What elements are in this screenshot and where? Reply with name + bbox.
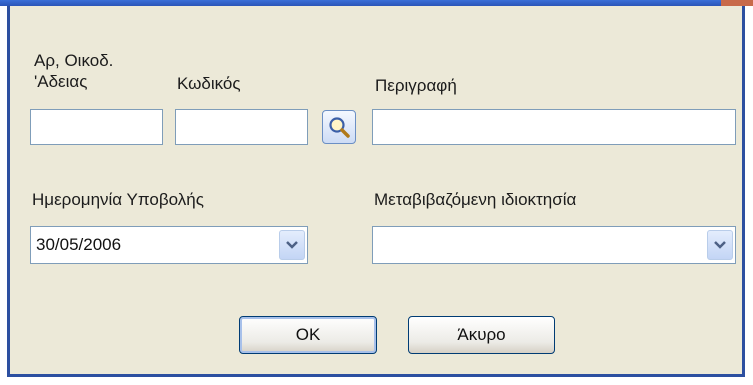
code-input[interactable] bbox=[175, 109, 308, 145]
lookup-button[interactable] bbox=[322, 110, 356, 144]
property-label: Μεταβιβαζόμενη ιδιοκτησία bbox=[374, 190, 577, 209]
property-select[interactable] bbox=[372, 226, 736, 264]
submission-date-dropdown-button[interactable] bbox=[279, 230, 305, 260]
chevron-down-icon bbox=[286, 241, 298, 249]
submission-date-select[interactable]: 30/05/2006 bbox=[30, 226, 308, 264]
description-input[interactable] bbox=[372, 109, 736, 145]
code-label: Κωδικός bbox=[177, 74, 241, 93]
description-label: Περιγραφή bbox=[375, 76, 457, 95]
property-dropdown-button[interactable] bbox=[707, 230, 733, 260]
ok-button[interactable]: OK bbox=[239, 316, 377, 354]
magnifier-icon bbox=[329, 117, 350, 138]
permit-number-input[interactable] bbox=[30, 109, 163, 145]
submission-date-value: 30/05/2006 bbox=[36, 235, 122, 254]
dialog-body: Αρ, Οικοδ. 'Αδειας Κωδικός Περιγραφή Ημε… bbox=[7, 6, 745, 377]
permit-number-label: Αρ, Οικοδ. 'Αδειας bbox=[34, 51, 114, 91]
cancel-button[interactable]: Άκυρο bbox=[408, 316, 555, 354]
chevron-down-icon bbox=[714, 241, 726, 249]
submission-date-label: Ημερομηνία Υποβολής bbox=[32, 190, 204, 209]
